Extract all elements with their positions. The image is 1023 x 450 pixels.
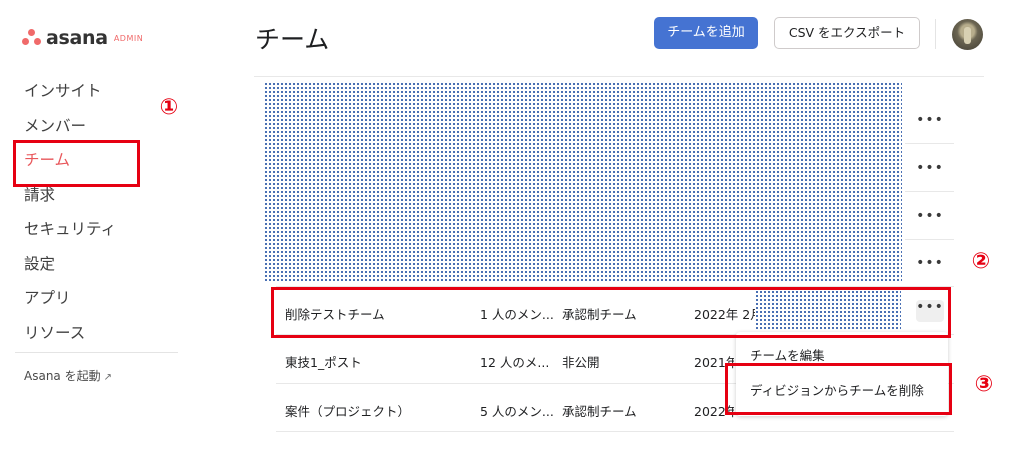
team-privacy: 承認制チーム (562, 404, 637, 419)
page-title: チーム (255, 25, 330, 54)
row-more-button-2[interactable]: ••• (916, 161, 944, 183)
step-marker-3: ③ (974, 372, 994, 397)
team-members: 5 人のメン... (480, 404, 554, 419)
row-divider (276, 431, 954, 432)
annotation-box-teams-nav (13, 140, 140, 187)
team-name[interactable]: 東技1_ポスト (285, 352, 362, 371)
header-divider (254, 76, 984, 77)
sidebar-item-resources[interactable]: リソース (24, 322, 116, 357)
add-team-button[interactable]: チームを追加 (654, 17, 758, 49)
annotation-box-team-row (271, 287, 951, 338)
brand-sub: ADMIN (113, 33, 144, 43)
brand-name: asana (46, 27, 108, 49)
ellipsis-icon: ••• (916, 208, 944, 224)
ellipsis-icon: ••• (916, 112, 944, 128)
sidebar-item-settings[interactable]: 設定 (24, 253, 116, 288)
sidebar-divider (15, 352, 178, 353)
row-more-button-4[interactable]: ••• (916, 256, 944, 278)
sidebar-item-insights[interactable]: インサイト (24, 80, 116, 115)
sidebar-item-apps[interactable]: アプリ (24, 287, 116, 322)
ellipsis-icon: ••• (916, 255, 944, 271)
export-csv-button[interactable]: CSV をエクスポート (774, 17, 920, 49)
row-divider (905, 143, 954, 144)
annotation-box-remove-menu-item (725, 363, 952, 415)
redacted-region (264, 82, 902, 282)
launch-asana-link[interactable]: Asana を起動 ↗ (24, 367, 112, 384)
row-divider (905, 191, 954, 192)
step-marker-2: ② (971, 249, 991, 274)
row-divider (905, 239, 954, 240)
team-privacy: 非公開 (562, 355, 600, 370)
ellipsis-icon: ••• (916, 160, 944, 176)
row-more-button-1[interactable]: ••• (916, 113, 944, 135)
row-more-button-3[interactable]: ••• (916, 209, 944, 231)
step-marker-1: ① (159, 95, 179, 120)
team-members: 12 人のメ... (480, 355, 550, 370)
sidebar-nav: インサイト メンバー チーム 請求 セキュリティ 設定 アプリ リソース (24, 80, 116, 356)
edit-team-menu-item[interactable]: チームを編集 (750, 345, 825, 364)
launch-asana-label: Asana を起動 (24, 369, 101, 383)
external-link-icon: ↗ (103, 372, 112, 383)
sidebar-item-billing[interactable]: 請求 (24, 184, 116, 219)
asana-logo-icon (22, 29, 42, 47)
header-separator (935, 19, 936, 49)
team-name[interactable]: 案件（プロジェクト） (285, 401, 410, 420)
sidebar-item-security[interactable]: セキュリティ (24, 218, 116, 253)
user-avatar[interactable] (952, 19, 983, 50)
asana-logo: asana ADMIN (22, 27, 143, 49)
